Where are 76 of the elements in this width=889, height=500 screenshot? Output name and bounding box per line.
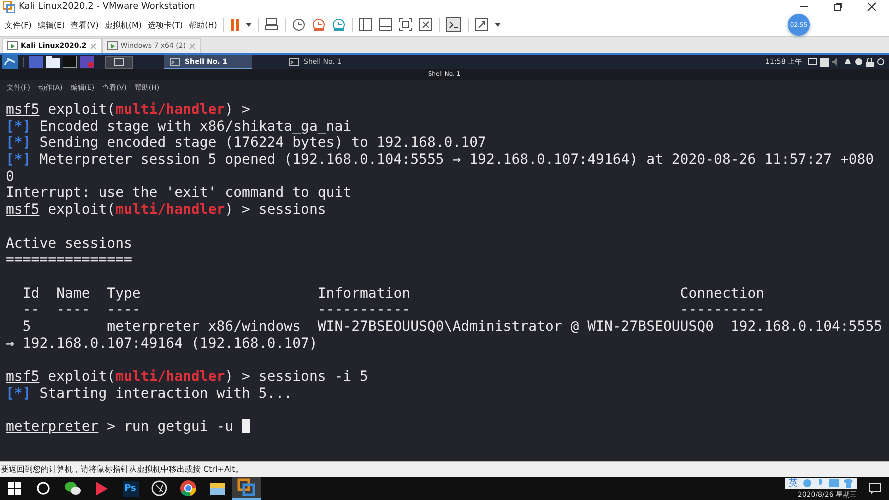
terminal-text: exploit(	[47, 102, 116, 118]
input-method-indicator[interactable]: 英	[789, 476, 798, 490]
vm-icon	[7, 40, 18, 52]
terminal-text: > run getgui -u	[106, 419, 235, 436]
dropdown-caret-icon[interactable]	[495, 23, 502, 27]
dragon-logo-icon[interactable]	[2, 55, 18, 69]
terminal-text: → 192.168.0.107:49164 (192.168.0.107)	[6, 336, 318, 352]
prompt-text: meterpreter	[6, 419, 99, 436]
workspace-button[interactable]	[105, 56, 133, 68]
keyboard-send-icon[interactable]	[265, 18, 280, 32]
fullscreen-icon[interactable]	[475, 18, 490, 32]
bell-icon[interactable]	[844, 58, 852, 66]
terminal-text: Meterpreter session 5 opened (192.168.0.104:5555 → 192.168.0.107:49164) at 2020-08-26 11:57:27 +080	[38, 152, 874, 168]
terminal-text: exploit(	[47, 202, 116, 218]
app-logo-icon	[3, 1, 15, 13]
status-marker: [*]	[6, 135, 32, 152]
menu-item[interactable]: 文件(F)	[5, 20, 32, 30]
pause-icon[interactable]	[230, 18, 240, 32]
window-icon	[114, 58, 124, 66]
terminal-text: ===============	[6, 252, 132, 268]
aperture-icon[interactable]	[150, 479, 169, 498]
terminal-icon	[170, 58, 180, 66]
terminal-text: 0	[6, 168, 14, 185]
snapshot-manager-icon[interactable]	[332, 18, 346, 32]
terminal-text: 5 meterpreter x86/windows WIN-27BSEOUUSQ0\Administrator @ WIN-27BSEOUUSQ0 192.168.0.104:5555	[22, 318, 883, 335]
sidebar-view-icon[interactable]	[359, 18, 374, 32]
restore-icon[interactable]	[833, 2, 843, 12]
menu-item[interactable]: 选项卡(T)	[148, 20, 184, 30]
folder-icon[interactable]	[46, 56, 60, 68]
chrome-browser-icon[interactable]	[179, 479, 198, 498]
thumbnail-view-icon[interactable]	[379, 18, 394, 32]
status-marker: [*]	[6, 118, 32, 135]
display-icon[interactable]	[808, 58, 817, 66]
search-icon[interactable]	[34, 479, 53, 498]
dropdown-caret-icon[interactable]	[246, 23, 252, 27]
status-marker: [*]	[6, 152, 32, 168]
clock-icon[interactable]	[292, 18, 306, 32]
start-icon[interactable]	[5, 479, 24, 498]
terminal-text: Interrupt: use the 'exit' command to quit	[6, 185, 352, 202]
lock-icon[interactable]	[866, 58, 874, 66]
menu-item[interactable]: 虚拟机(M)	[104, 20, 142, 30]
terminal-text: ) >	[225, 102, 250, 118]
prompt-text: msf5	[6, 369, 40, 385]
terminal-text: ) > sessions -i 5	[225, 369, 368, 385]
fit-view-icon[interactable]	[399, 18, 414, 32]
terminal-icon	[289, 58, 299, 66]
prompt-text: msf5	[6, 102, 40, 118]
notification-icon[interactable]	[869, 483, 881, 494]
terminal-text: Encoded stage with x86/shikata_ga_nai	[38, 118, 352, 135]
terminal-text: Active sessions	[6, 236, 132, 252]
menu-item[interactable]: 查看(V)	[71, 20, 99, 30]
photoshop-icon[interactable]: Ps	[122, 480, 138, 496]
module-name: multi/handler	[116, 202, 226, 218]
terminal-text: Id Name Type Information Connection	[22, 286, 765, 302]
taskbar-app-button[interactable]	[232, 477, 261, 500]
terminal-text: -- ---- ---- ----------- ----------	[22, 302, 765, 318]
terminal-text: Starting interaction with 5...	[38, 386, 293, 402]
prompt-text: msf5	[6, 202, 40, 218]
status-marker: [*]	[6, 386, 32, 402]
menu-item[interactable]: 帮助(H)	[189, 20, 218, 30]
vm-icon	[106, 40, 118, 52]
vmware-icon[interactable]	[237, 478, 256, 497]
unity-view-icon[interactable]	[419, 18, 434, 32]
terminal-text: exploit(	[47, 369, 116, 385]
chat-bubbles-icon[interactable]	[63, 479, 82, 498]
module-name: multi/handler	[116, 369, 226, 385]
menu-item[interactable]: 编辑(E)	[38, 20, 66, 30]
close-icon[interactable]	[867, 2, 877, 12]
module-name: multi/handler	[116, 102, 226, 118]
console-view-icon[interactable]	[446, 17, 462, 33]
terminal-text: Sending encoded stage (176224 bytes) to 192.168.0.107	[38, 135, 486, 152]
snapshot-restore-icon[interactable]	[312, 18, 326, 32]
text-cursor	[242, 419, 250, 434]
window-title: Kali Linux2020.2 - VMware Workstation	[19, 2, 196, 12]
status-message: 要返回到您的计算机，请将鼠标指针从虚拟机中移出或按 Ctrl+Alt。	[1, 464, 244, 475]
terminal-text: ) > sessions	[225, 202, 326, 218]
